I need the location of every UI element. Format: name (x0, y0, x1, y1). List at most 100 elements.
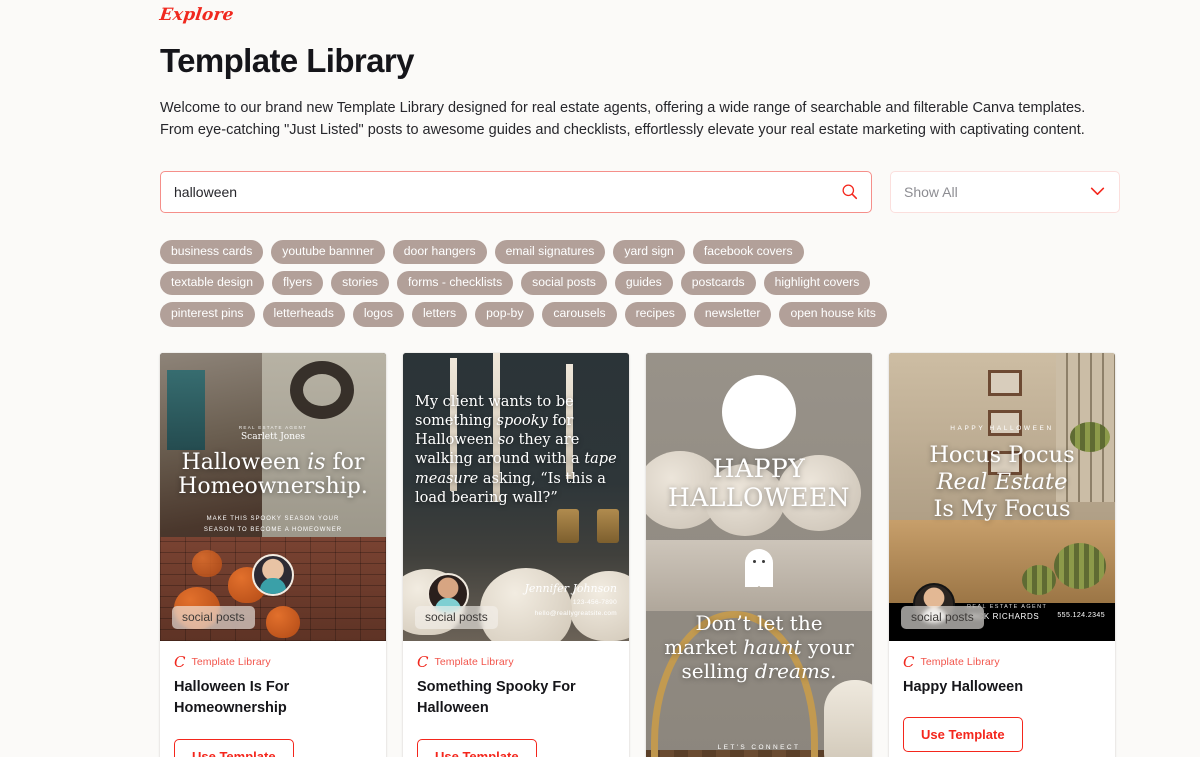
page-title: Template Library (160, 42, 1120, 80)
moon-icon (722, 375, 796, 449)
brand-row: C Template Library (903, 655, 1101, 670)
quote-emphasis: so (498, 432, 514, 448)
avatar (252, 554, 294, 596)
tag-chip[interactable]: logos (353, 302, 404, 326)
preview-text-overlay: My client wants to be something spooky f… (403, 353, 629, 641)
preview-headline: Halloween is for Homeownership. (166, 451, 380, 500)
template-preview[interactable]: REAL ESTATE AGENT Scarlett Jones Hallowe… (160, 353, 386, 641)
subtext-line: MAKE THIS SPOOKY SEASON YOUR (176, 514, 370, 525)
ghost-eye (762, 560, 765, 563)
tag-chip[interactable]: postcards (681, 271, 756, 295)
brand-label: Template Library (191, 656, 270, 668)
use-template-button[interactable]: Use Template (174, 739, 294, 757)
contact-phone: 123-456-7890 (535, 597, 617, 608)
tag-chip[interactable]: guides (615, 271, 673, 295)
search-input[interactable] (161, 172, 871, 212)
search-filter-row: Show All (160, 171, 1120, 213)
agent-block: REAL ESTATE AGENT Scarlett Jones (160, 425, 386, 442)
agent-name: Scarlett Jones (160, 432, 386, 442)
tag-chip[interactable]: youtube bannner (271, 240, 384, 264)
filter-select[interactable]: Show All (890, 171, 1120, 213)
headline-part: HALLOWEEN (668, 483, 850, 512)
category-badge[interactable]: social posts (901, 606, 984, 629)
tag-chip[interactable]: forms - checklists (397, 271, 513, 295)
message-part: selling (681, 659, 754, 683)
tag-chip[interactable]: letters (412, 302, 467, 326)
message-part: market (664, 635, 743, 659)
tag-chip[interactable]: door hangers (393, 240, 487, 264)
canva-c-icon: C (417, 655, 428, 670)
page-eyebrow: Explore (158, 0, 235, 25)
template-card[interactable]: My client wants to be something spooky f… (403, 353, 629, 757)
headline-part: for (326, 450, 365, 475)
tag-filter-list: business cards youtube bannner door hang… (160, 240, 900, 327)
filter-select-value: Show All (904, 184, 958, 200)
contact-email: hello@reallygreatsite.com (535, 608, 617, 619)
preview-headline: HAPPY HALLOWEEN (654, 455, 864, 512)
preview-text-overlay: HAPPY HALLOWEEN Hocus Pocus Real Estate … (889, 353, 1115, 641)
tag-chip[interactable]: social posts (521, 271, 607, 295)
headline-part: Halloween (182, 450, 308, 475)
template-preview[interactable]: My client wants to be something spooky f… (403, 353, 629, 641)
preview-eyebrow: HAPPY HALLOWEEN (889, 425, 1115, 432)
preview-quote: My client wants to be something spooky f… (415, 393, 617, 508)
tag-chip[interactable]: letterheads (263, 302, 345, 326)
message-emphasis: haunt (743, 635, 802, 659)
card-title: Halloween Is For Homeownership (174, 677, 372, 720)
card-body: C Template Library Happy Halloween Use T… (889, 641, 1115, 757)
template-preview[interactable]: HAPPY HALLOWEEN Don’t let the market hau… (646, 353, 872, 757)
headline-emphasis: Real Estate (937, 469, 1068, 495)
template-card[interactable]: REAL ESTATE AGENT Scarlett Jones Hallowe… (160, 353, 386, 757)
card-body: C Template Library Halloween Is For Home… (160, 641, 386, 757)
search-box[interactable] (160, 171, 872, 213)
use-template-button[interactable]: Use Template (417, 739, 537, 757)
message-emphasis: dreams. (755, 659, 837, 683)
page-intro: Welcome to our brand new Template Librar… (160, 97, 1110, 142)
headline-emphasis: is (307, 450, 325, 475)
tag-chip[interactable]: textable design (160, 271, 264, 295)
subtext-line: SEASON TO BECOME A HOMEOWNER (176, 525, 370, 536)
template-preview[interactable]: HAPPY HALLOWEEN Hocus Pocus Real Estate … (889, 353, 1115, 641)
message-part: your (802, 635, 854, 659)
quote-emphasis: spooky (497, 413, 548, 429)
tag-chip[interactable]: open house kits (779, 302, 886, 326)
preview-message: Don’t let the market haunt your selling … (656, 611, 862, 683)
tag-chip[interactable]: flyers (272, 271, 323, 295)
canva-c-icon: C (174, 655, 185, 670)
ghost-icon (745, 549, 773, 583)
template-card[interactable]: HAPPY HALLOWEEN Hocus Pocus Real Estate … (889, 353, 1115, 757)
canva-c-icon: C (903, 655, 914, 670)
brand-label: Template Library (920, 656, 999, 668)
tag-chip[interactable]: yard sign (613, 240, 684, 264)
signature: Jennifer Johnson (525, 582, 618, 595)
tag-chip[interactable]: highlight covers (764, 271, 871, 295)
tag-chip[interactable]: pop-by (475, 302, 534, 326)
contact-block: 123-456-7890 hello@reallygreatsite.com (535, 597, 617, 619)
tag-chip[interactable]: business cards (160, 240, 263, 264)
use-template-button[interactable]: Use Template (903, 717, 1023, 752)
tag-chip[interactable]: pinterest pins (160, 302, 255, 326)
contact-phone: 555.124.2345 (1057, 612, 1105, 619)
template-card-grid: REAL ESTATE AGENT Scarlett Jones Hallowe… (160, 353, 1120, 757)
tag-chip[interactable]: email signatures (495, 240, 606, 264)
content-container: Explore Template Library Welcome to our … (160, 0, 1120, 757)
preview-headline: Hocus Pocus Real Estate Is My Focus (895, 442, 1109, 523)
agent-role: REAL ESTATE AGENT (160, 425, 386, 430)
tag-chip[interactable]: facebook covers (693, 240, 804, 264)
brand-label: Template Library (434, 656, 513, 668)
search-icon[interactable] (837, 180, 861, 204)
tag-chip[interactable]: stories (331, 271, 389, 295)
tag-chip[interactable]: recipes (625, 302, 686, 326)
template-card[interactable]: HAPPY HALLOWEEN Don’t let the market hau… (646, 353, 872, 757)
headline-part: Homeownership. (178, 474, 368, 499)
headline-part: Is My Focus (933, 496, 1070, 522)
headline-part: Hocus Pocus (929, 442, 1074, 468)
template-library-page: Explore Template Library Welcome to our … (0, 0, 1200, 757)
category-badge[interactable]: social posts (172, 606, 255, 629)
tag-chip[interactable]: carousels (542, 302, 616, 326)
tag-chip[interactable]: newsletter (694, 302, 772, 326)
category-badge[interactable]: social posts (415, 606, 498, 629)
brand-row: C Template Library (174, 655, 372, 670)
message-line: Don’t let the (695, 611, 822, 635)
ghost-eye (753, 560, 756, 563)
